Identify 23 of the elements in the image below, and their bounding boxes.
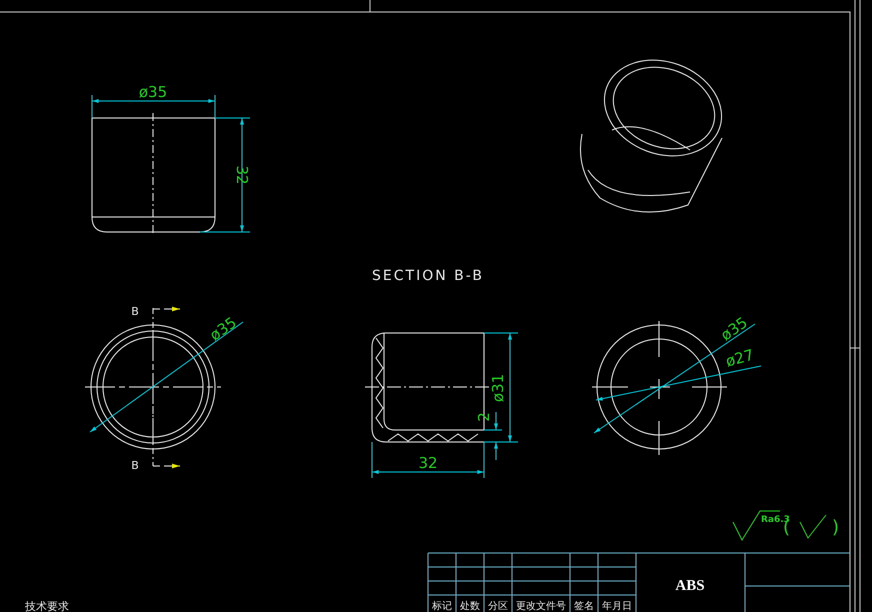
checkmark-icon xyxy=(800,514,826,539)
dimension-text: ø35 xyxy=(138,83,168,101)
title-block-header: 更改文件号 xyxy=(516,601,566,612)
title-block-header: 年月日 xyxy=(602,601,632,612)
dimension-text: 32 xyxy=(418,454,438,472)
section-title: SECTION B-B xyxy=(372,268,484,284)
material-text: ABS xyxy=(675,578,705,594)
dimension-text: ø35 xyxy=(206,313,240,344)
section-arrow-icon xyxy=(152,464,180,468)
title-block-header: 处数 xyxy=(460,601,480,612)
dimension-text: 32 xyxy=(233,165,251,185)
dimension-text: ø31 xyxy=(489,374,507,402)
section-arrow-icon xyxy=(152,306,180,312)
dimension-text: ø35 xyxy=(717,313,751,344)
bracket-text: ) xyxy=(832,517,840,538)
section-label: B xyxy=(131,459,139,472)
dimension-text: 2 xyxy=(475,412,493,422)
notes-heading: 技术要求 xyxy=(25,600,69,612)
section-label: B xyxy=(131,305,139,318)
title-block-header: 分区 xyxy=(488,601,508,612)
dimension-text: ø27 xyxy=(724,346,756,371)
title-block-header: 标记 xyxy=(432,601,452,612)
title-block-header: 签名 xyxy=(574,601,594,612)
